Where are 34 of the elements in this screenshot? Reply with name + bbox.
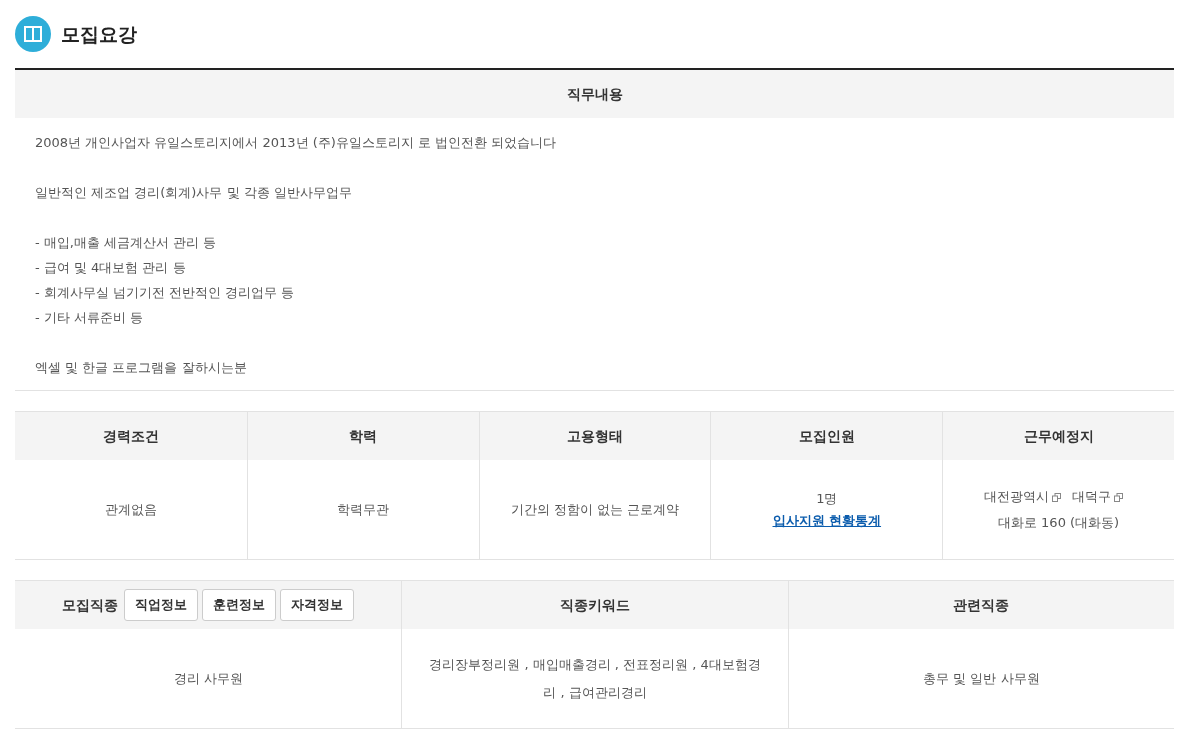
- book-icon: [15, 16, 51, 52]
- location-text: 대덕구: [1071, 488, 1111, 504]
- description-text: - 회계사무실 넘기기전 전반적인 경리업무 등: [35, 284, 296, 302]
- info-button[interactable]: 훈련정보: [202, 589, 277, 621]
- table-cell-text: 경리 사무원: [173, 669, 243, 688]
- description-text: - 기타 서류준비 등: [35, 309, 145, 327]
- description-text: 일반적인 제조업 경리(회계)사무 및 각종 일반사무업무: [35, 184, 353, 202]
- table-cell-text: 학력무관: [337, 500, 390, 519]
- description-text: 2008년 개인사업자 유일스토리지에서 2013년 (주)유일스토리지 로 법인전환 되었습니다: [35, 134, 558, 152]
- column-header: 근무예정지: [942, 412, 1174, 460]
- column-header: 경력조건: [15, 412, 247, 460]
- table-cell-text: 총무 및 일반 사무원: [923, 669, 1040, 688]
- table-header: 직무내용: [15, 70, 1174, 118]
- description-text: 엑셀 및 한글 프로그램을 잘하시는분: [35, 359, 248, 377]
- column-header: 학력: [246, 412, 479, 460]
- column-header: 모집직종: [62, 595, 119, 615]
- description-text: - 매입,매출 세금계산서 관리 등: [35, 234, 218, 252]
- column-header: 직종키워드: [401, 581, 788, 629]
- popup-icon[interactable]: [1051, 492, 1061, 502]
- location-text: 대전광역시: [983, 488, 1049, 504]
- stats-link[interactable]: 입사지원 현황통계: [772, 509, 882, 532]
- table-cell-text: 기간의 정함이 없는 근로계약: [510, 500, 680, 519]
- column-header: 관련직종: [787, 581, 1174, 629]
- description-text: - 급여 및 4대보험 관리 등: [35, 259, 187, 277]
- column-header: 모집인원: [710, 412, 943, 460]
- address-text: 대화로 160 (대화동): [997, 513, 1120, 532]
- table-cell-text: 관계없음: [104, 500, 157, 519]
- table-cell-text: 1명: [816, 489, 838, 508]
- section-title: 모집요강: [61, 21, 137, 47]
- info-button[interactable]: 자격정보: [280, 589, 355, 621]
- popup-icon[interactable]: [1113, 492, 1123, 502]
- column-header: 고용형태: [478, 412, 711, 460]
- table-cell-text: 경리장부정리원 , 매입매출경리 , 전표정리원 , 4대보험경리 , 급여관리경리: [428, 655, 762, 702]
- info-button[interactable]: 직업정보: [124, 589, 199, 621]
